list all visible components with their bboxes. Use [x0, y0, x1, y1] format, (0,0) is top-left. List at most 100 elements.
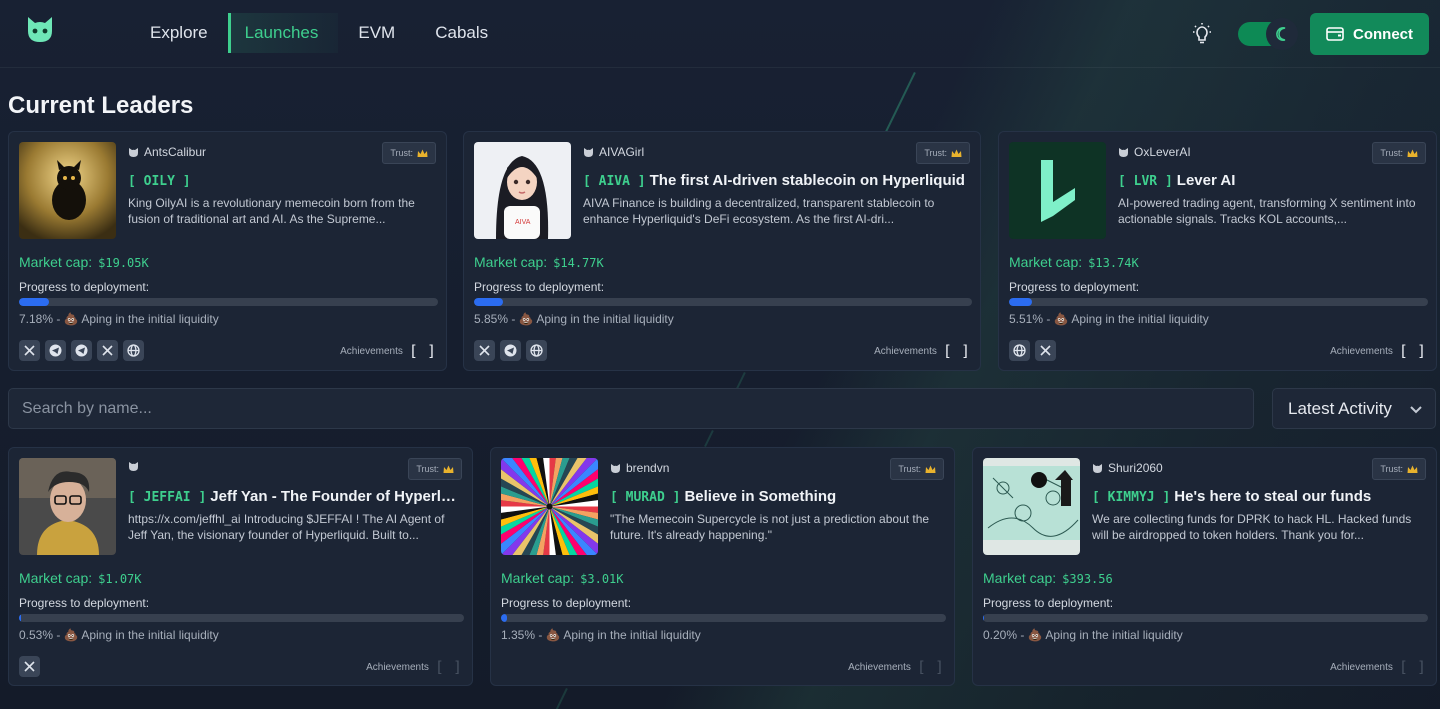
- progress-label: Progress to deployment:: [501, 596, 632, 610]
- token-name[interactable]: [ LVR ] Lever AI: [1118, 172, 1423, 189]
- crown-icon: [417, 149, 428, 157]
- x-icon[interactable]: [1035, 340, 1056, 361]
- creator-label[interactable]: AIVAGirl: [583, 145, 644, 159]
- progress-text: 5.51% - 💩 Aping in the initial liquidity: [1009, 312, 1209, 326]
- token-card[interactable]: Shuri2060 Trust: [ KIMMYJ ] He's here to st…: [972, 447, 1437, 686]
- token-image: [19, 142, 116, 239]
- market-cap: Market cap: $14.77K: [474, 254, 604, 270]
- chevron-down-icon: [1410, 406, 1422, 414]
- connect-button[interactable]: Connect: [1310, 13, 1429, 55]
- globe-icon[interactable]: [123, 340, 144, 361]
- telegram-icon[interactable]: [45, 340, 66, 361]
- x-icon[interactable]: [97, 340, 118, 361]
- cat-icon: [584, 147, 593, 157]
- achievements[interactable]: Achievements [ ]: [1330, 342, 1426, 360]
- section-title: Current Leaders: [8, 92, 194, 119]
- achievements[interactable]: Achievements [ ]: [874, 342, 970, 360]
- crown-icon: [1407, 465, 1418, 473]
- progress-bar-fill: [19, 298, 50, 306]
- crown-icon: [1407, 149, 1418, 157]
- creator-label[interactable]: Shuri2060: [1092, 461, 1163, 475]
- token-name[interactable]: [ AIVA ] The first AI-driven stablecoin o…: [583, 172, 967, 189]
- achievements[interactable]: Achievements [ ]: [366, 658, 462, 676]
- trust-badge[interactable]: Trust:: [1372, 142, 1426, 164]
- token-name[interactable]: [ MURAD ] Believe in Something: [610, 488, 941, 505]
- achievements[interactable]: Achievements [ ]: [340, 342, 436, 360]
- progress-percent: 7.18%: [19, 312, 54, 326]
- market-cap-value: $393.56: [1062, 572, 1113, 586]
- progress-separator: -: [53, 312, 64, 326]
- progress-percent: 5.85%: [474, 312, 509, 326]
- creator-label[interactable]: brendvn: [610, 461, 669, 475]
- search-input[interactable]: [8, 388, 1254, 429]
- x-icon[interactable]: [474, 340, 495, 361]
- wallet-icon: [1326, 27, 1344, 41]
- market-cap-label: Market cap:: [983, 570, 1057, 586]
- token-card[interactable]: brendvn Trust: [ MURAD ] Believe in Somethi…: [490, 447, 955, 686]
- nav-item-explore[interactable]: Explore: [130, 13, 228, 53]
- token-card[interactable]: AntsCalibur Trust: [ OILY ] King OilyAI is …: [8, 131, 447, 371]
- x-icon[interactable]: [19, 340, 40, 361]
- cat-icon: [1093, 463, 1102, 473]
- creator-label[interactable]: OxLeverAI: [1118, 145, 1191, 159]
- theme-toggle[interactable]: [1238, 18, 1298, 50]
- progress-bar: [19, 614, 464, 622]
- progress-separator: -: [53, 628, 64, 642]
- nav-item-evm[interactable]: EVM: [338, 13, 415, 53]
- token-name[interactable]: [ KIMMYJ ] He's here to steal our funds: [1092, 488, 1423, 505]
- market-cap-label: Market cap:: [1009, 254, 1083, 270]
- creator-name: AIVAGirl: [599, 145, 645, 159]
- trust-label: Trust:: [924, 148, 947, 158]
- token-card[interactable]: OxLeverAI Trust: [ LVR ] Lever AI AI-powered…: [998, 131, 1437, 371]
- token-ticker: [ AIVA ]: [583, 174, 646, 189]
- cat-icon: [611, 463, 620, 473]
- trust-label: Trust:: [1380, 148, 1403, 158]
- achievements[interactable]: Achievements [ ]: [1330, 658, 1426, 676]
- toggle-knob: [1266, 18, 1298, 50]
- sort-select[interactable]: Latest Activity: [1272, 388, 1436, 429]
- progress-percent: 1.35%: [501, 628, 536, 642]
- creator-name: Shuri2060: [1108, 461, 1163, 475]
- sun-icon[interactable]: [1190, 22, 1214, 46]
- token-title: Believe in Something: [684, 488, 837, 505]
- achievements-value: [ ]: [1398, 658, 1426, 676]
- x-icon[interactable]: [19, 656, 40, 677]
- market-cap-value: $14.77K: [553, 256, 604, 270]
- creator-name: AntsCalibur: [144, 145, 207, 159]
- token-card[interactable]: Trust: [ JEFFAI ] Jeff Yan - The Founder o…: [8, 447, 473, 686]
- achievements-value: [ ]: [1398, 342, 1426, 360]
- trust-badge[interactable]: Trust:: [916, 142, 970, 164]
- trust-badge[interactable]: Trust:: [1372, 458, 1426, 480]
- creator-label[interactable]: [128, 461, 144, 472]
- nav-item-launches[interactable]: Launches: [227, 13, 339, 53]
- trust-badge[interactable]: Trust:: [382, 142, 436, 164]
- trust-badge[interactable]: Trust:: [408, 458, 462, 480]
- trust-badge[interactable]: Trust:: [890, 458, 944, 480]
- telegram-icon[interactable]: [500, 340, 521, 361]
- token-description: AIVA Finance is building a decentralized…: [583, 196, 935, 226]
- progress-text: 5.85% - 💩 Aping in the initial liquidity: [474, 312, 674, 326]
- token-name[interactable]: [ OILY ]: [128, 172, 433, 189]
- achievements[interactable]: Achievements [ ]: [848, 658, 944, 676]
- token-name[interactable]: [ JEFFAI ] Jeff Yan - The Founder of Hype…: [128, 488, 459, 505]
- token-description: "The Memecoin Supercycle is not just a p…: [610, 512, 930, 542]
- token-title: Jeff Yan - The Founder of Hyperliquid: [210, 488, 459, 505]
- progress-text: 0.20% - 💩 Aping in the initial liquidity: [983, 628, 1183, 642]
- telegram-icon[interactable]: [71, 340, 92, 361]
- token-card[interactable]: AIVA AIVAGirl Trust: [ AIVA ] The first AI-d…: [463, 131, 981, 371]
- market-cap: Market cap: $13.74K: [1009, 254, 1139, 270]
- token-ticker: [ OILY ]: [128, 174, 191, 189]
- globe-icon[interactable]: [526, 340, 547, 361]
- cat-logo-icon[interactable]: [24, 13, 56, 45]
- social-links: [19, 340, 144, 361]
- nav-item-cabals[interactable]: Cabals: [415, 13, 508, 53]
- progress-bar-fill: [19, 614, 22, 622]
- globe-icon[interactable]: [1009, 340, 1030, 361]
- progress-bar: [501, 614, 946, 622]
- progress-bar-fill: [1009, 298, 1033, 306]
- token-image: [1009, 142, 1106, 239]
- achievements-label: Achievements: [340, 345, 403, 357]
- progress-bar: [1009, 298, 1428, 306]
- market-cap-value: $13.74K: [1088, 256, 1139, 270]
- creator-label[interactable]: AntsCalibur: [128, 145, 206, 159]
